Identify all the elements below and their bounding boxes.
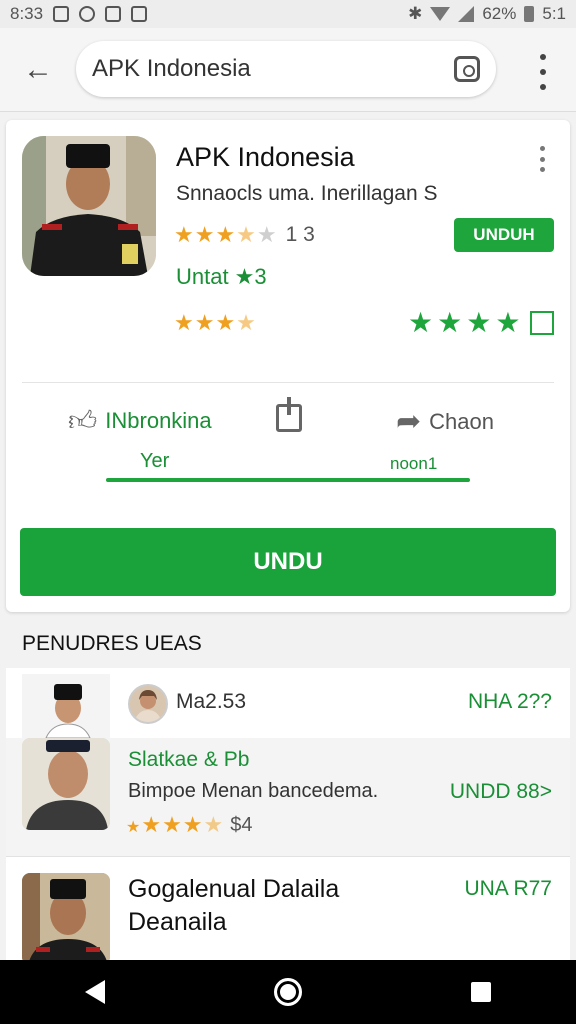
status-bar: 8:33 ✱ 62% 5:1 (0, 0, 576, 28)
checkbox-icon[interactable] (530, 310, 555, 335)
list-item[interactable]: Slatkae & Pb Bimpoe Menan bancedema. ★★★… (6, 738, 570, 856)
app-card: APK Indonesia Snnaocls uma. Inerillagan … (6, 120, 570, 612)
nav-back-icon[interactable] (84, 980, 105, 1004)
list-item[interactable]: Ma2.53 NHA 2?? (6, 668, 570, 738)
app-rating: ★★★★★ 1 3 (174, 222, 315, 248)
app-title: APK Indonesia (176, 142, 355, 172)
tab-indicator (106, 478, 470, 482)
camera-search-icon[interactable] (454, 56, 480, 82)
like-sub-label: Yer (140, 450, 170, 472)
forward-label: Chaon (429, 408, 494, 434)
avatar (22, 738, 110, 830)
list-item-title: Gogalenual Dalaila Deanaila (128, 875, 340, 936)
like-label: INbronkina (105, 408, 212, 433)
bluetooth-icon: ✱ (408, 4, 423, 23)
overflow-menu-icon[interactable] (528, 54, 558, 90)
clock-icon (79, 6, 96, 22)
avatar (22, 674, 110, 738)
rating-stars: ★★★★★ (126, 812, 225, 837)
list-item[interactable]: Gogalenual Dalaila Deanaila UNA R77 (6, 856, 570, 964)
notification-icon (53, 6, 70, 22)
divider (22, 382, 554, 383)
like-action[interactable]: 👍︎ INbronkina (68, 404, 212, 438)
green-star-icon: ★ (408, 307, 434, 338)
green-star-icon: ★ (437, 307, 463, 338)
gallery-icon (131, 6, 148, 22)
reviewer-avatar (128, 684, 168, 724)
system-nav-bar (0, 960, 576, 1024)
green-star-icon: ★ (466, 307, 492, 338)
green-rating[interactable]: ★ ★ ★ ★ (408, 306, 555, 339)
card-menu-icon[interactable] (536, 146, 548, 172)
avatar (22, 873, 110, 964)
reviewer-name: Ma2.53 (176, 690, 247, 713)
list-item-action[interactable]: UNDD 88> (450, 780, 552, 804)
status-time: 8:33 (10, 4, 44, 23)
untuk-value: ★3 (234, 264, 267, 289)
forward-arrow-icon: ➦ (396, 405, 422, 438)
forward-sub-label: noon1 (390, 454, 438, 473)
app-notification-icon (105, 6, 122, 22)
app-subtitle: Snnaocls uma. Inerillagan S (176, 182, 438, 205)
nav-home-icon[interactable] (273, 978, 302, 1006)
green-star-icon: ★ (495, 307, 521, 338)
list-item-action[interactable]: UNA R77 (464, 877, 552, 901)
list-item-description: Bimpoe Menan bancedema. (128, 780, 379, 802)
back-arrow-icon[interactable]: ← (18, 50, 58, 90)
rating-stars: ★★★★★ (174, 222, 278, 247)
untuk-label: Untat (176, 264, 229, 289)
status-clock-right: 5:1 (542, 4, 566, 23)
app-icon-photo[interactable] (22, 136, 156, 276)
top-bar: ← (0, 28, 576, 112)
review-list: Ma2.53 NHA 2?? Slatkae & Pb Bimpoe Menan… (6, 668, 570, 964)
reviews-section-title: PENUDRES UEAS (22, 632, 202, 655)
nav-recents-icon[interactable] (471, 982, 492, 1002)
rating-value: 1 3 (285, 223, 315, 246)
list-item-action[interactable]: NHA 2?? (468, 690, 552, 714)
secondary-rating-stars: ★★★★ (174, 310, 257, 335)
share-icon (276, 397, 302, 432)
battery-percent: 62% (482, 4, 517, 23)
search-bar[interactable] (76, 41, 496, 97)
rating-value: $4 (230, 813, 253, 836)
untuk-row: Untat ★3 (176, 264, 267, 290)
install-button[interactable]: UNDU (20, 528, 556, 596)
unduh-badge[interactable]: UNDUH (454, 218, 554, 252)
wifi-icon (430, 7, 451, 21)
search-input[interactable] (92, 55, 432, 83)
forward-action[interactable]: ➦ Chaon (396, 404, 494, 439)
battery-icon (524, 6, 535, 22)
list-item-title: Slatkae & Pb (128, 748, 250, 771)
list-item-rating: ★★★★★ $4 (126, 812, 253, 838)
thumbs-up-icon: 👍︎ (68, 405, 98, 436)
share-action[interactable] (276, 397, 302, 432)
signal-icon (458, 6, 475, 22)
